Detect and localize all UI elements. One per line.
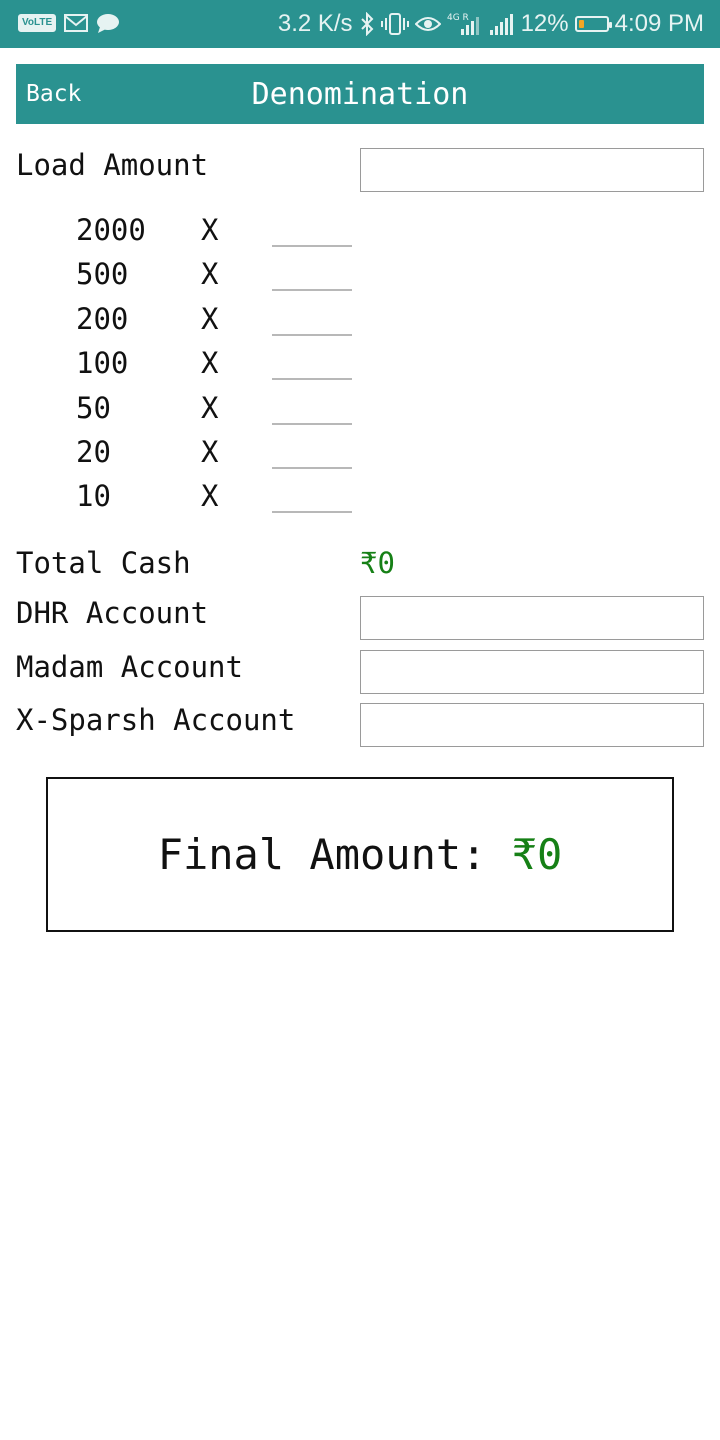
final-amount-value: ₹0 bbox=[511, 830, 563, 879]
battery-icon bbox=[574, 16, 612, 32]
volte-icon: VoLTE bbox=[18, 14, 57, 32]
eye-icon bbox=[414, 14, 441, 34]
status-bar: VoLTE 3.2 K/s 4G R 12% 4:09 PM bbox=[0, 0, 720, 48]
load-amount-label: Load Amount bbox=[16, 148, 209, 182]
page-title: Denomination bbox=[251, 76, 469, 112]
status-right: 3.2 K/s 4G R 12% 4:09 PM bbox=[278, 0, 704, 48]
denomination-qty-input[interactable] bbox=[272, 346, 352, 380]
denomination-qty-input[interactable] bbox=[272, 479, 352, 513]
app-header: Back Denomination bbox=[16, 64, 704, 124]
bluetooth-icon bbox=[359, 12, 375, 36]
denomination-row: 10 X bbox=[0, 479, 720, 523]
message-icon bbox=[96, 12, 120, 34]
back-button[interactable]: Back bbox=[26, 64, 81, 124]
final-amount-label: Final Amount: bbox=[157, 830, 512, 879]
denomination-row: 2000 X bbox=[0, 213, 720, 257]
denomination-qty-input[interactable] bbox=[272, 302, 352, 336]
battery-percent: 12% bbox=[520, 10, 569, 37]
network-type: 4G R bbox=[447, 13, 469, 23]
denomination-row: 200 X bbox=[0, 302, 720, 346]
signal-4g-icon: 4G R bbox=[447, 11, 483, 37]
denomination-row: 50 X bbox=[0, 391, 720, 435]
madam-account-label: Madam Account bbox=[16, 650, 243, 684]
signal-icon bbox=[489, 12, 515, 36]
multiply-sign: X bbox=[201, 479, 219, 513]
multiply-sign: X bbox=[201, 213, 219, 247]
total-cash-label: Total Cash bbox=[16, 546, 191, 580]
multiply-sign: X bbox=[201, 435, 219, 469]
denomination-value: 2000 bbox=[76, 213, 146, 247]
multiply-sign: X bbox=[201, 302, 219, 336]
total-cash-value: ₹0 bbox=[360, 546, 395, 580]
clock: 4:09 PM bbox=[614, 10, 704, 37]
denomination-value: 100 bbox=[76, 346, 129, 380]
denomination-value: 50 bbox=[76, 391, 111, 425]
dhr-account-label: DHR Account bbox=[16, 596, 209, 630]
denomination-row: 500 X bbox=[0, 257, 720, 301]
madam-account-input[interactable] bbox=[360, 650, 704, 694]
denomination-qty-input[interactable] bbox=[272, 257, 352, 291]
multiply-sign: X bbox=[201, 346, 219, 380]
final-amount-box: Final Amount: ₹0 bbox=[46, 777, 674, 932]
x-sparsh-account-input[interactable] bbox=[360, 703, 704, 747]
load-amount-input[interactable] bbox=[360, 148, 704, 192]
denomination-value: 200 bbox=[76, 302, 129, 336]
denomination-value: 10 bbox=[76, 479, 111, 513]
multiply-sign: X bbox=[201, 391, 219, 425]
net-speed: 3.2 K/s bbox=[277, 10, 353, 37]
denomination-row: 100 X bbox=[0, 346, 720, 390]
notification-icons: VoLTE bbox=[18, 12, 120, 34]
denomination-qty-input[interactable] bbox=[272, 213, 352, 247]
denomination-row: 20 X bbox=[0, 435, 720, 479]
denomination-qty-input[interactable] bbox=[272, 391, 352, 425]
multiply-sign: X bbox=[201, 257, 219, 291]
dhr-account-input[interactable] bbox=[360, 596, 704, 640]
vibrate-icon bbox=[380, 12, 409, 36]
denomination-value: 20 bbox=[76, 435, 111, 469]
denomination-value: 500 bbox=[76, 257, 129, 291]
gmail-icon bbox=[64, 13, 89, 33]
x-sparsh-account-label: X-Sparsh Account bbox=[16, 703, 296, 737]
denomination-qty-input[interactable] bbox=[272, 435, 352, 469]
